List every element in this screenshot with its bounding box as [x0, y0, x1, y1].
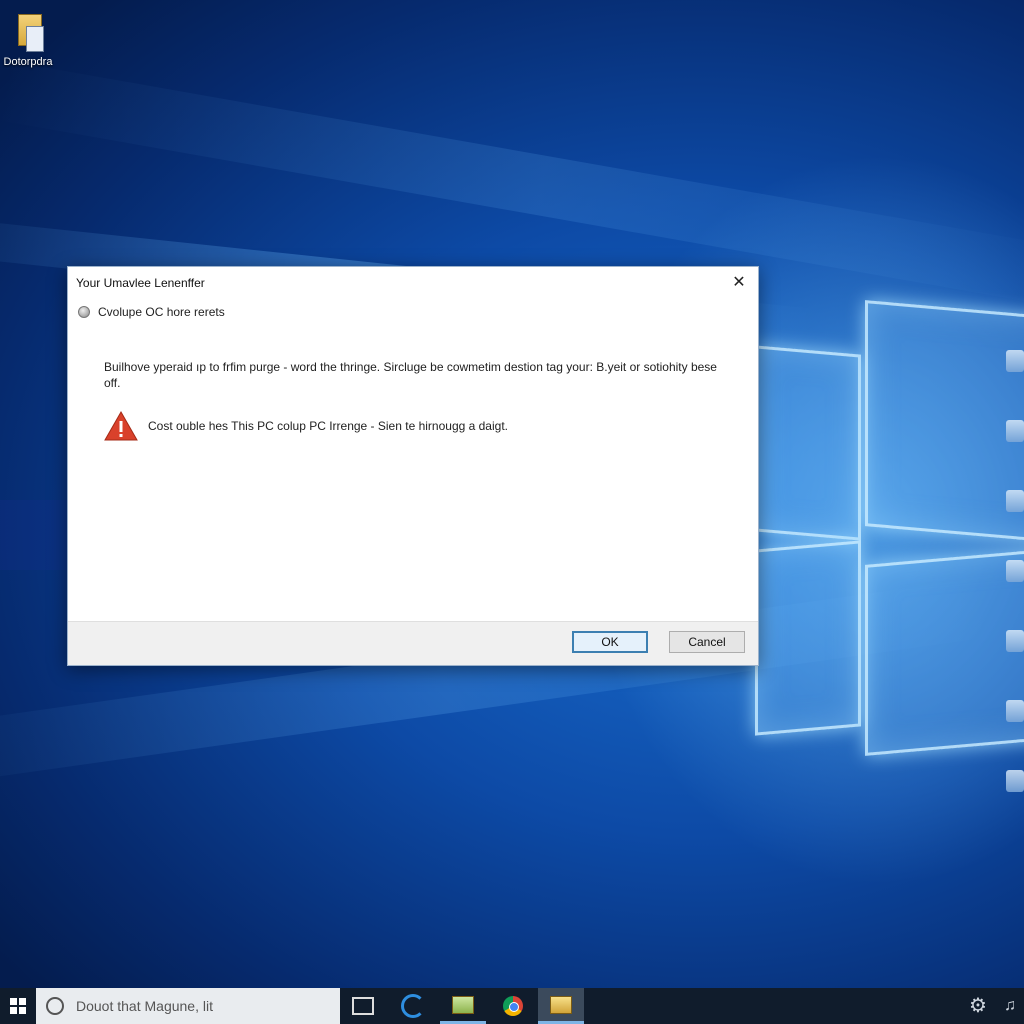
ok-button[interactable]: OK	[572, 631, 648, 653]
desktop-shortcut[interactable]: Dotorpdra	[4, 10, 56, 68]
chrome-icon	[503, 996, 523, 1016]
desktop-app-icon[interactable]	[1006, 630, 1024, 652]
disc-icon	[78, 306, 90, 318]
cortana-icon	[46, 997, 64, 1015]
desktop-app-icon[interactable]	[1006, 700, 1024, 722]
logo-pane	[865, 300, 1024, 546]
dialog-warning: Cost ouble hes This PC colup PC Irrenge …	[104, 410, 508, 442]
dialog-title: Your Umavlee Lenenffer	[76, 276, 205, 290]
taskbar-edge[interactable]	[390, 988, 436, 1024]
edge-icon	[401, 994, 425, 1018]
windows-logo-icon	[10, 998, 26, 1014]
windows-logo-wallpaper	[755, 300, 1024, 760]
file-explorer-icon	[550, 995, 572, 1014]
folder-document-icon	[16, 10, 44, 54]
alert-dialog: Your Umavlee Lenenffer ✕ Cvolupe OC hore…	[67, 266, 759, 666]
desktop-icons-right	[1002, 350, 1024, 840]
warning-text: Cost ouble hes This PC colup PC Irrenge …	[148, 419, 508, 433]
cancel-button[interactable]: Cancel	[669, 631, 745, 653]
gear-icon[interactable]: ⚙	[968, 996, 988, 1016]
logo-pane	[865, 545, 1024, 756]
search-input[interactable]	[74, 997, 318, 1015]
taskbar-chrome[interactable]	[490, 988, 536, 1024]
logo-pane	[755, 345, 861, 541]
app-icon	[452, 995, 474, 1014]
dialog-footer: OK Cancel	[68, 621, 758, 665]
desktop-app-icon[interactable]	[1006, 490, 1024, 512]
desktop-shortcut-label: Dotorpdra	[3, 56, 53, 68]
desktop-app-icon[interactable]	[1006, 350, 1024, 372]
taskbar: ⚙ ♫	[0, 988, 1024, 1024]
desktop-background: Dotorpdra Your Umavlee Lenenffer ✕ Cvolu…	[0, 0, 1024, 988]
logo-pane	[755, 540, 861, 736]
close-icon[interactable]: ✕	[728, 272, 750, 294]
taskbar-file-explorer[interactable]	[538, 988, 584, 1024]
warning-icon	[104, 410, 138, 441]
start-button[interactable]	[0, 988, 36, 1024]
task-view-icon	[352, 997, 374, 1015]
dialog-subheading-text: Cvolupe OC hore rerets	[98, 305, 225, 319]
taskbar-search[interactable]	[36, 988, 340, 1024]
desktop-app-icon[interactable]	[1006, 770, 1024, 792]
taskbar-app-green[interactable]	[440, 988, 486, 1024]
desktop-app-icon[interactable]	[1006, 560, 1024, 582]
task-view-button[interactable]	[340, 988, 386, 1024]
dialog-message: Builhove yperaid ıp to frfim purge - wor…	[104, 360, 717, 390]
desktop-app-icon[interactable]	[1006, 420, 1024, 442]
dialog-subheading: Cvolupe OC hore rerets	[78, 305, 225, 319]
tray-icon[interactable]: ♫	[1004, 996, 1024, 1016]
